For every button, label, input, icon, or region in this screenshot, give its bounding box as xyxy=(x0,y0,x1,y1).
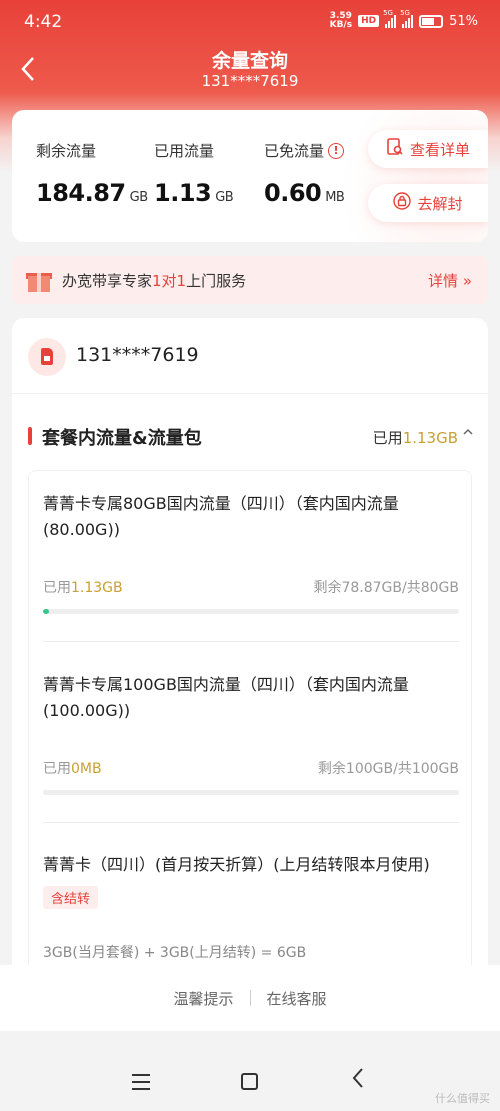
package-progress-bar xyxy=(43,609,459,614)
view-detail-button[interactable]: 查看详单 xyxy=(368,130,488,168)
info-icon[interactable]: ! xyxy=(328,142,345,159)
carryover-tag: 含结转 xyxy=(43,886,99,909)
package-name: 菁菁卡专属100GB国内流量（四川）（套内国内流量(100.00G)) xyxy=(43,675,409,720)
net-speed: 3.59 KB/s xyxy=(329,11,353,30)
section-header[interactable]: 套餐内流量&流量包 已用1.13GB xyxy=(12,418,488,458)
page-subtitle: 131****7619 xyxy=(201,72,299,90)
used-stat: 已用流量 1.13 GB xyxy=(154,142,234,207)
package-formula: 3GB(当月套餐) + 3GB(上月结转) = 6GB xyxy=(43,945,307,961)
battery-icon xyxy=(419,14,444,28)
lock-icon xyxy=(393,192,412,214)
status-icons: 3.59 KB/s HD 5G 5G 51% xyxy=(329,9,478,30)
phone-number: 131****7619 xyxy=(76,344,199,366)
section-title: 套餐内流量&流量包 xyxy=(42,428,202,449)
free-stat: 已免流量 ! 0.60 MB xyxy=(264,142,345,207)
promo-detail-link[interactable]: 详情 » xyxy=(428,270,472,291)
status-bar: 4:42 3.59 KB/s HD 5G 5G 51% xyxy=(0,0,500,40)
status-time: 4:42 xyxy=(24,12,63,32)
divider xyxy=(43,641,459,642)
section-accent-bar xyxy=(28,427,32,445)
home-icon[interactable] xyxy=(241,1073,258,1090)
section-used: 已用1.13GB xyxy=(372,429,458,447)
tips-link[interactable]: 温馨提示 xyxy=(173,988,233,1009)
signal-icon: 5G xyxy=(383,9,397,28)
package-name: 菁菁卡专属80GB国内流量（四川）（套内国内流量(80.00G)) xyxy=(43,494,399,539)
page-title: 余量查询 xyxy=(211,50,288,72)
broadband-promo-banner[interactable]: 办宽带享专家1对1上门服务 详情 » xyxy=(12,256,488,304)
package-card: 131****7619 套餐内流量&流量包 已用1.13GB 菁菁卡专属80GB… xyxy=(12,318,488,1018)
sim-card-icon xyxy=(28,338,66,376)
package-progress-fill xyxy=(43,609,49,614)
system-nav-bar xyxy=(0,1046,500,1111)
remaining-stat: 剩余流量 184.87 GB xyxy=(36,142,148,207)
gift-icon xyxy=(26,268,52,292)
nav-bar: 余量查询 131****7619 xyxy=(0,40,500,100)
package-used: 已用0MB xyxy=(43,761,102,777)
menu-icon[interactable] xyxy=(132,1074,150,1090)
watermark: 什么值得买 xyxy=(435,1092,490,1105)
promo-text: 办宽带享专家1对1上门服务 xyxy=(62,271,247,290)
footer-bar: 温馨提示 在线客服 xyxy=(0,965,500,1031)
hd-badge: HD xyxy=(358,15,380,27)
divider xyxy=(43,822,459,823)
chevron-up-icon[interactable] xyxy=(462,426,474,442)
package-progress-bar xyxy=(43,790,459,795)
battery-percent: 51% xyxy=(449,13,478,29)
package-name: 菁菁卡（四川）(首月按天折算）(上月结转限本月使用) xyxy=(43,855,430,874)
signal-icon: 5G xyxy=(400,9,414,28)
back-nav-icon[interactable] xyxy=(350,1066,366,1096)
package-used: 已用1.13GB xyxy=(43,580,123,596)
unseal-button[interactable]: 去解封 xyxy=(368,184,488,222)
package-list: 菁菁卡专属80GB国内流量（四川）（套内国内流量(80.00G)) 已用1.13… xyxy=(28,470,472,1018)
traffic-summary-card: 剩余流量 184.87 GB 已用流量 1.13 GB 已免流量 ! 0.60 MB … xyxy=(12,110,488,242)
divider xyxy=(249,990,251,1006)
package-remaining: 剩余100GB/共100GB xyxy=(317,761,459,777)
document-search-icon xyxy=(386,138,404,160)
online-service-link[interactable]: 在线客服 xyxy=(267,988,327,1009)
package-remaining: 剩余78.87GB/共80GB xyxy=(313,580,459,596)
account-row: 131****7619 xyxy=(12,318,488,394)
